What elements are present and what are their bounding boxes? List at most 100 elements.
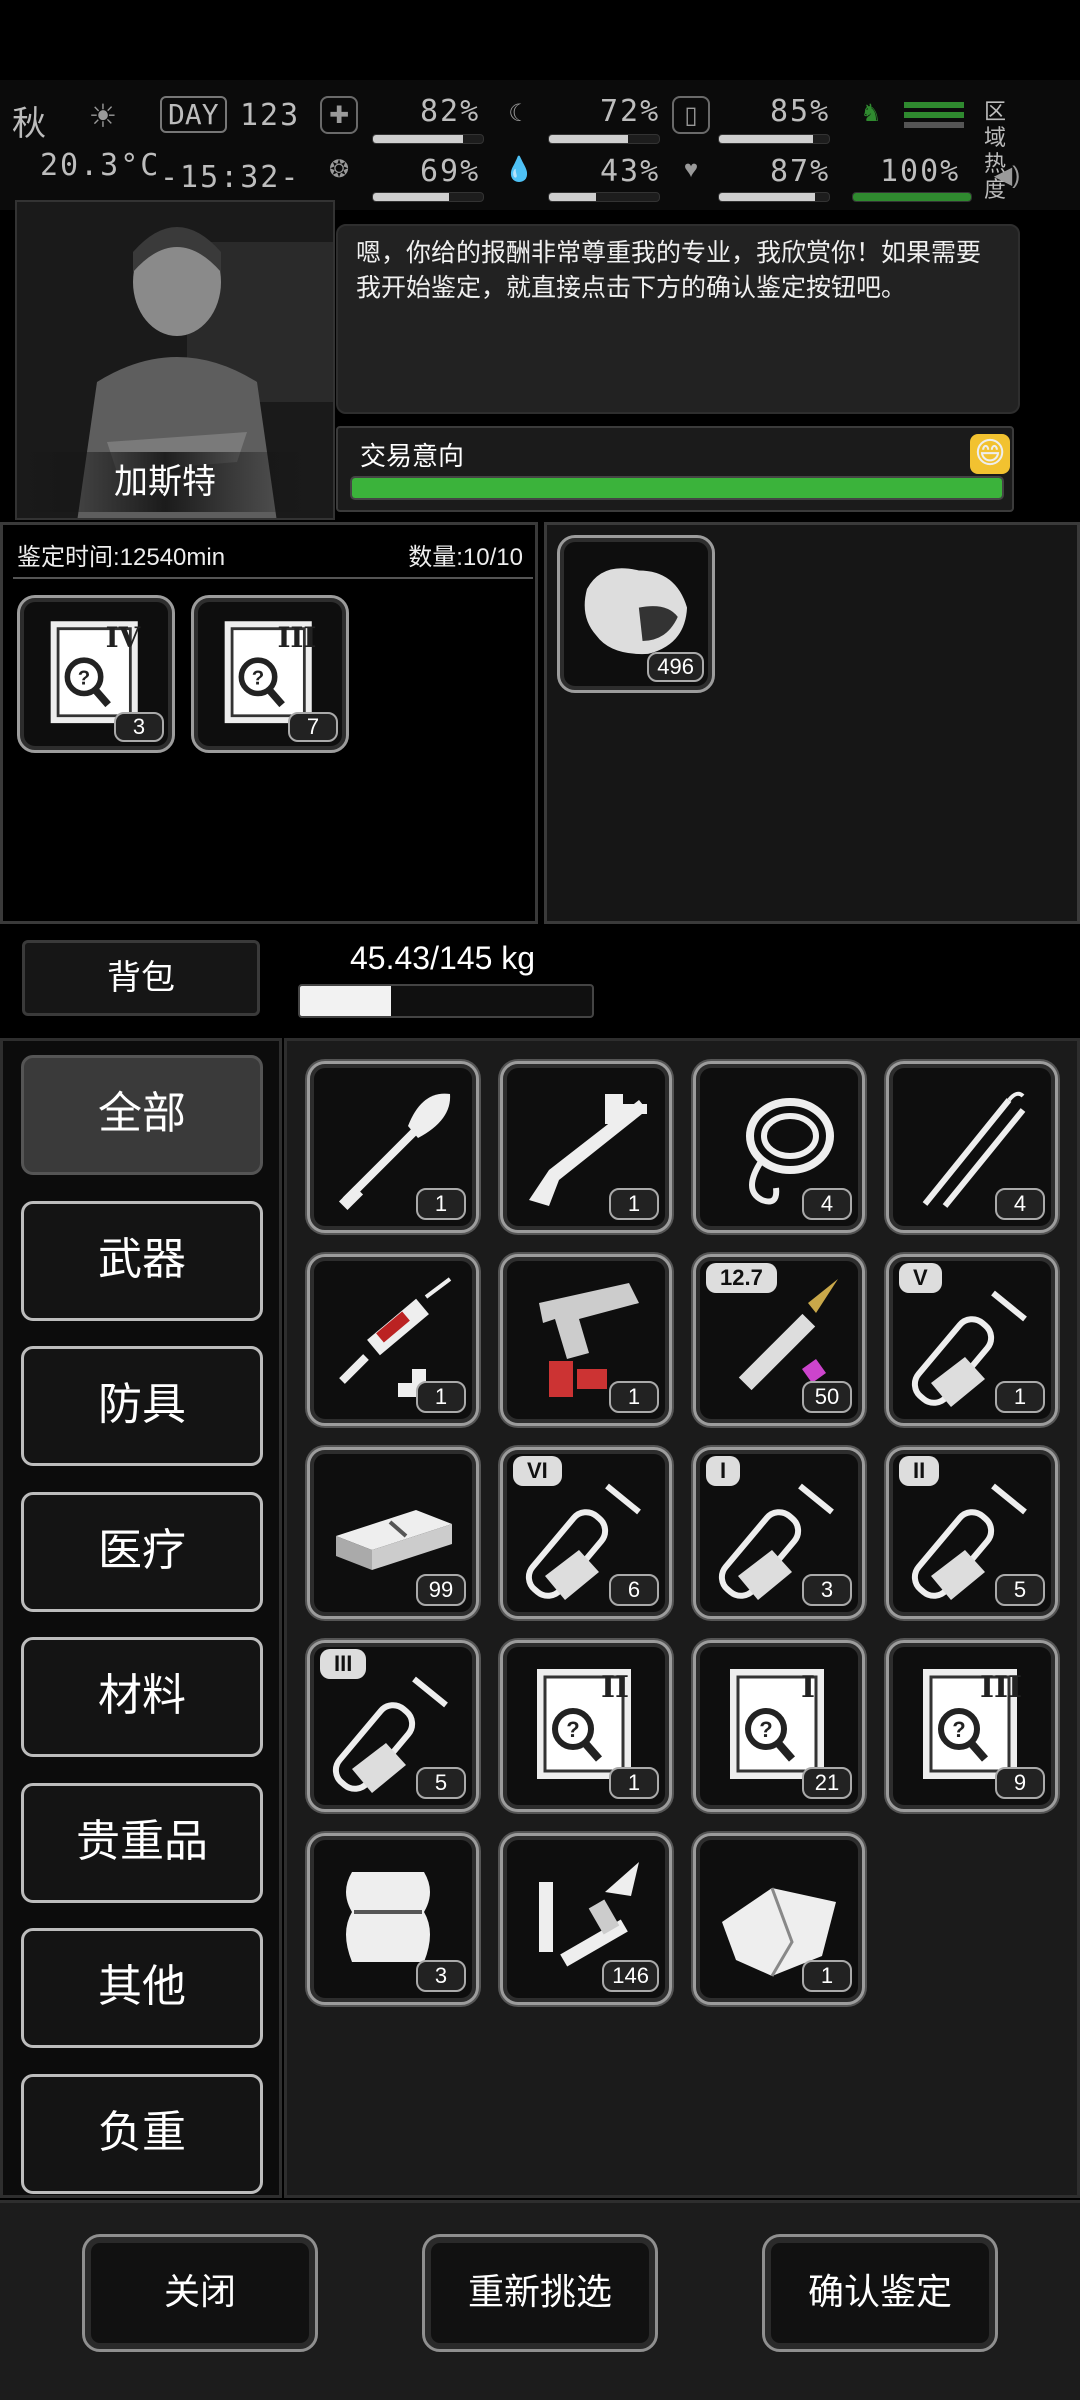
water-value: 85% — [770, 94, 831, 129]
category-tab[interactable]: 全部 — [21, 1055, 263, 1175]
svg-text:?: ? — [252, 667, 264, 689]
heart-bar — [718, 192, 830, 202]
inventory-slot[interactable]: 4 — [886, 1061, 1058, 1233]
item-count: 4 — [995, 1188, 1045, 1220]
stamina-value: 100% — [880, 154, 961, 189]
weight-text: 45.43/145 kg — [350, 940, 536, 976]
mood-value: 69% — [420, 154, 481, 189]
clock-time: -15:32- — [160, 160, 301, 195]
thirst-value: 43% — [600, 154, 661, 189]
stamina-icon: ♞ — [860, 100, 882, 127]
item-count: 1 — [995, 1381, 1045, 1413]
item-count: 99 — [416, 1574, 466, 1606]
inventory-slot[interactable]: 1 — [500, 1061, 672, 1233]
item-count: 3 — [416, 1960, 466, 1992]
stamina-bar — [852, 192, 972, 202]
inventory-slot[interactable]: III 5 — [307, 1640, 479, 1812]
dialog-text: 嗯，你给的报酬非常尊重我的专业，我欣赏你！如果需要我开始鉴定，就直接点击下方的确… — [356, 239, 982, 302]
first-aid-icon: ✚ — [320, 96, 358, 134]
category-tab[interactable]: 其他 — [21, 1928, 263, 2048]
item-tag: VI — [513, 1456, 562, 1486]
inventory-slot[interactable]: 146 — [500, 1833, 672, 2005]
temperature: 20.3°C — [40, 148, 161, 183]
trade-intent-bar — [350, 476, 1004, 500]
confirm-identify-button[interactable]: 确认鉴定 — [762, 2234, 998, 2352]
category-tab[interactable]: 武器 — [21, 1200, 263, 1321]
item-count: 1 — [609, 1767, 659, 1799]
status-bar: 秋 ☀ DAY 123 20.3°C -15:32- ✚ 82% ☾ 72% ▯… — [0, 80, 1080, 210]
item-count: 4 — [802, 1188, 852, 1220]
inventory-slot[interactable]: ? I 21 — [693, 1640, 865, 1812]
heart-value: 87% — [770, 154, 831, 189]
category-tab[interactable]: 医疗 — [21, 1491, 263, 1612]
inventory-slot[interactable]: 1 — [693, 1833, 865, 2005]
trade-intent-panel: 交易意向 😄 — [336, 426, 1014, 512]
item-count: 6 — [609, 1574, 659, 1606]
stomach-icon: ☾ — [508, 100, 530, 127]
svg-text:II: II — [601, 1670, 629, 1705]
item-count: 50 — [802, 1381, 852, 1413]
inventory-slot[interactable]: 99 — [307, 1447, 479, 1619]
item-count: 1 — [609, 1381, 659, 1413]
hunger-bar — [548, 134, 660, 144]
item-tag: 12.7 — [706, 1263, 777, 1293]
inventory-slot[interactable]: 3 — [307, 1833, 479, 2005]
payment-panel: 496 — [544, 522, 1080, 924]
divider — [13, 577, 533, 579]
svg-text:I: I — [801, 1670, 815, 1705]
item-count: 21 — [802, 1767, 852, 1799]
npc-dialog: 嗯，你给的报酬非常尊重我的专业，我欣赏你！如果需要我开始鉴定，就直接点击下方的确… — [336, 224, 1020, 414]
item-tag: I — [706, 1456, 741, 1486]
item-count: 1 — [802, 1960, 852, 1992]
identify-panel: 鉴定时间:12540min 数量:10/10 ? IV 3? III 7 — [0, 522, 538, 924]
hunger-value: 72% — [600, 94, 661, 129]
category-tab[interactable]: 材料 — [21, 1637, 263, 1757]
thirst-bar — [548, 192, 660, 202]
water-bottle-icon: ▯ — [672, 96, 710, 134]
inventory-slot[interactable]: I3 — [693, 1447, 865, 1619]
item-count: 496 — [647, 652, 704, 682]
svg-text:?: ? — [952, 1717, 965, 1742]
svg-text:IV: IV — [106, 621, 141, 654]
inventory-slot[interactable]: 1 — [307, 1254, 479, 1426]
inventory-slot[interactable]: V1 — [886, 1254, 1058, 1426]
category-tab[interactable]: 贵重品 — [21, 1782, 263, 1903]
heart-icon: ♥ — [683, 156, 699, 183]
health-value: 82% — [420, 94, 481, 129]
identify-item-slot[interactable]: ? IV 3 — [17, 595, 175, 753]
health-bar — [372, 134, 484, 144]
payment-item-slot[interactable]: 496 — [557, 535, 715, 693]
item-count: 5 — [416, 1767, 466, 1799]
item-count: 3 — [114, 712, 164, 742]
item-count: 146 — [602, 1960, 659, 1992]
identify-item-slot[interactable]: ? III 7 — [191, 595, 349, 753]
item-count: 1 — [609, 1188, 659, 1220]
inventory-grid: 1 1 4 4 1 1 12.7 50 V 1 99 VI 6 I 3 II 5 III 5? II 1? I 21? III… — [284, 1038, 1080, 2198]
inventory-slot[interactable]: II 5 — [886, 1447, 1058, 1619]
item-tag: II — [899, 1456, 940, 1486]
inventory-slot[interactable]: 12.7 50 — [693, 1254, 865, 1426]
category-tab[interactable]: 负重 — [21, 2073, 263, 2194]
category-tab[interactable]: 防具 — [21, 1346, 263, 1466]
inventory-slot[interactable]: 4 — [693, 1061, 865, 1233]
inventory-slot[interactable]: 1 — [307, 1061, 479, 1233]
bag-button[interactable]: 背包 — [22, 940, 260, 1016]
category-sidebar: 全部武器防具医疗材料贵重品其他负重 — [0, 1038, 282, 2198]
day-number: 123 — [240, 98, 301, 133]
npc-name: 加斯特 — [15, 452, 315, 512]
close-button[interactable]: 关闭 — [82, 2234, 318, 2352]
inventory-slot[interactable]: ? II 1 — [500, 1640, 672, 1812]
season-label: 秋 — [12, 104, 46, 144]
speaker-icon[interactable]: ◀) — [988, 158, 1026, 196]
item-count: 1 — [416, 1188, 466, 1220]
item-tag: III — [320, 1649, 367, 1679]
inventory-slot[interactable]: ? III 9 — [886, 1640, 1058, 1812]
item-count: 3 — [802, 1574, 852, 1606]
inventory-slot[interactable]: 1 — [500, 1254, 672, 1426]
item-count: 1 — [416, 1381, 466, 1413]
reselect-button[interactable]: 重新挑选 — [422, 2234, 658, 2352]
svg-text:III: III — [980, 1670, 1022, 1705]
mood-bar — [372, 192, 484, 202]
inventory-slot[interactable]: VI 6 — [500, 1447, 672, 1619]
svg-text:?: ? — [78, 667, 90, 689]
